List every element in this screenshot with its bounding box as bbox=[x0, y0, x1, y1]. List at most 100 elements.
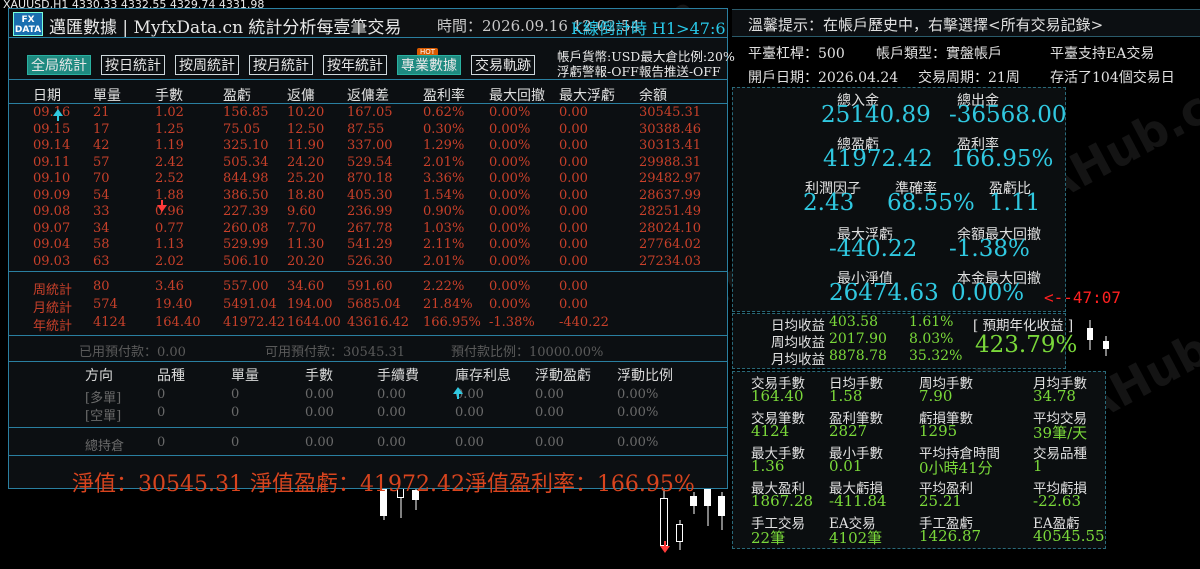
sell-arrow-stem bbox=[664, 541, 666, 546]
table-cell: 0.00% bbox=[489, 154, 531, 170]
trade-stat-value: 1.36 bbox=[751, 457, 785, 475]
table-cell: 11.30 bbox=[287, 237, 325, 252]
divider bbox=[9, 335, 727, 336]
summary-cell: 0.00% bbox=[489, 297, 531, 312]
table-cell: 405.30 bbox=[347, 187, 393, 203]
trade-stat-value: 22筆 bbox=[751, 529, 786, 547]
summary-cell: 0.00% bbox=[489, 279, 531, 294]
table-cell: 20.20 bbox=[287, 253, 325, 269]
table-cell: 09.11 bbox=[33, 154, 71, 170]
panel-title: 邁匯數據 | MyfxData.cn 統計分析每壹筆交易 bbox=[49, 18, 402, 38]
col-header-lots: 手數 bbox=[155, 88, 183, 104]
table-cell: 1.03% bbox=[423, 220, 465, 236]
buy-arrow-icon bbox=[453, 387, 463, 394]
summary-cell: 21.84% bbox=[423, 297, 473, 312]
buy-arrow-icon bbox=[53, 109, 63, 116]
table-cell: 21 bbox=[93, 105, 110, 120]
table-cell: 11.90 bbox=[287, 138, 325, 153]
tab-pro-data[interactable]: 專業數據 bbox=[397, 55, 461, 75]
trade-stats-box: 交易手數 164.40 日均手數 1.58 周均手數 7.90 月均手數 34.78 交易筆數 4… bbox=[732, 371, 1106, 549]
table-cell: 09.10 bbox=[33, 171, 71, 186]
trade-stat-value: 0.01 bbox=[829, 457, 863, 475]
col-header-balance: 余額 bbox=[639, 88, 667, 104]
table-cell: 0.00 bbox=[559, 187, 588, 203]
position-cell: 0.00 bbox=[305, 387, 334, 402]
ea-support: 平臺支持EA交易 bbox=[1050, 46, 1155, 62]
total-position-cell: 0.00 bbox=[305, 435, 334, 450]
monthly-return-pct: 35.32% bbox=[909, 348, 963, 364]
monthly-return-label: 月均收益 bbox=[771, 352, 825, 368]
summary-cell: 194.00 bbox=[287, 297, 333, 312]
table-cell: 0.00% bbox=[489, 237, 531, 252]
position-cell: 0 bbox=[157, 387, 166, 402]
table-cell: 54 bbox=[93, 187, 110, 203]
account-type: 帳戶類型：實盤帳戶 bbox=[876, 46, 1002, 62]
divider bbox=[9, 103, 727, 104]
total-position-cell: 0 bbox=[231, 435, 240, 450]
table-cell: 57 bbox=[93, 154, 110, 170]
position-col-header: 手數 bbox=[305, 368, 333, 384]
table-cell: 18.80 bbox=[287, 187, 325, 203]
col-header-rebate-diff: 返傭差 bbox=[347, 88, 389, 104]
table-cell: 0.77 bbox=[155, 220, 184, 236]
divider bbox=[9, 455, 727, 456]
table-cell: 870.18 bbox=[347, 171, 393, 186]
buy-arrow-stem bbox=[457, 394, 459, 399]
tab-trade-track[interactable]: 交易軌跡 bbox=[471, 55, 535, 75]
table-cell: 167.05 bbox=[347, 105, 393, 120]
position-cell: 0.00 bbox=[377, 405, 406, 420]
table-cell: 17 bbox=[93, 121, 110, 137]
table-cell: 30545.31 bbox=[639, 105, 702, 120]
table-cell: 0.00% bbox=[489, 171, 531, 186]
table-cell: 506.10 bbox=[223, 253, 269, 269]
position-col-header: 單量 bbox=[231, 368, 259, 384]
summary-cell: 34.60 bbox=[287, 279, 325, 294]
balance-drawdown-value: -1.38% bbox=[949, 236, 1030, 262]
summary-cell: 1644.00 bbox=[287, 315, 341, 330]
tab-global-stats[interactable]: 全局統計 bbox=[27, 55, 91, 75]
summary-cell: 年統計 bbox=[33, 319, 73, 334]
table-cell: 541.29 bbox=[347, 237, 393, 252]
trade-stat-value: -411.84 bbox=[829, 492, 887, 510]
table-cell: 34 bbox=[93, 220, 110, 236]
table-cell: 09.03 bbox=[33, 253, 71, 269]
tab-weekly-stats[interactable]: 按周統計 bbox=[175, 55, 239, 75]
tab-monthly-stats[interactable]: 按月統計 bbox=[249, 55, 313, 75]
summary-cell: 4124 bbox=[93, 315, 127, 330]
summary-cell: 周統計 bbox=[33, 283, 73, 298]
table-cell: 10.20 bbox=[287, 105, 325, 120]
table-cell: 0.00 bbox=[559, 105, 588, 120]
trade-stat-value: 4124 bbox=[751, 422, 790, 440]
annual-return-value: 423.79% bbox=[975, 332, 1078, 358]
alert-status-line: 浮虧警報-OFF報告推送-OFF bbox=[557, 64, 721, 79]
daily-return-value: 403.58 bbox=[829, 314, 878, 330]
table-cell: 0.00 bbox=[559, 253, 588, 269]
max-float-loss-value: -440.22 bbox=[829, 236, 918, 262]
col-header-max-drawdown: 最大回撤 bbox=[489, 88, 545, 104]
table-cell: 2.01% bbox=[423, 154, 465, 170]
summary-cell: 0.00 bbox=[559, 297, 588, 312]
table-cell: 1.19 bbox=[155, 138, 184, 153]
table-cell: 227.39 bbox=[223, 204, 269, 219]
total-profit-value: 41972.42 bbox=[823, 146, 933, 172]
summary-cell: -1.38% bbox=[489, 315, 535, 330]
position-col-header: 品種 bbox=[157, 368, 185, 384]
table-cell: 87.55 bbox=[347, 121, 385, 137]
table-cell: 1.29% bbox=[423, 138, 465, 153]
weekly-return-value: 2017.90 bbox=[829, 331, 887, 347]
col-header-rebate: 返傭 bbox=[287, 88, 315, 104]
total-position-cell: 總持倉 bbox=[85, 439, 125, 454]
total-position-cell: 0.00% bbox=[617, 435, 659, 450]
profit-factor-value: 2.43 bbox=[803, 190, 855, 216]
table-cell: 1.13 bbox=[155, 237, 184, 252]
total-position-cell: 0.00 bbox=[535, 435, 564, 450]
tab-yearly-stats[interactable]: 按年統計 bbox=[323, 55, 387, 75]
right-stats-panel: 溫馨提示：在帳戶歷史中，右擊選擇<所有交易記錄> 平臺杠桿：500 帳戶類型：實… bbox=[732, 7, 1200, 549]
equity-summary: 淨值：30545.31 淨值盈虧：41972.42淨值盈利率：166.95% bbox=[72, 472, 695, 497]
tip-text: 溫馨提示：在帳戶歷史中，右擊選擇<所有交易記錄> bbox=[748, 16, 1104, 34]
min-equity-value: 26474.63 bbox=[829, 280, 939, 306]
summary-cell: 164.40 bbox=[155, 315, 201, 330]
tab-daily-stats[interactable]: 按日統計 bbox=[101, 55, 165, 75]
table-cell: 28251.49 bbox=[639, 204, 702, 219]
table-cell: 0.00 bbox=[559, 121, 588, 137]
